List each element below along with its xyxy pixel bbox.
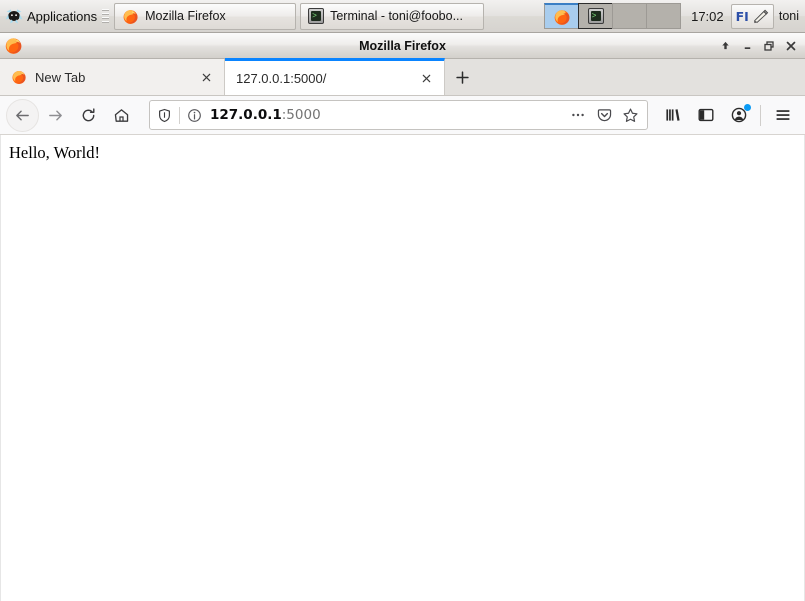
home-icon [114, 108, 129, 122]
window-title: Mozilla Firefox [359, 38, 446, 53]
applications-menu-label: Applications [27, 8, 98, 24]
toolbar-separator [760, 104, 761, 126]
library-button[interactable] [656, 99, 689, 132]
pager-cell-terminal[interactable] [578, 3, 614, 29]
terminal-icon [308, 8, 325, 24]
close-button[interactable] [780, 35, 802, 57]
firefox-window: Mozilla Firefox New Tab 127.0.0.1:5000/ … [0, 33, 805, 601]
taskbar-username[interactable]: toni [774, 0, 805, 32]
pager-cell-firefox[interactable] [544, 3, 580, 29]
pocket-icon [597, 108, 611, 121]
new-tab-button[interactable] [445, 59, 479, 95]
account-button[interactable] [722, 99, 755, 132]
firefox-icon [12, 71, 26, 84]
applications-menu-button[interactable]: Applications [0, 0, 102, 32]
forward-button[interactable] [39, 99, 72, 132]
keyboard-layout-indicator[interactable]: FI [730, 3, 774, 29]
home-button[interactable] [105, 99, 138, 132]
tab-localhost-5000[interactable]: 127.0.0.1:5000/ [225, 58, 445, 95]
tab-strip: New Tab 127.0.0.1:5000/ [0, 58, 805, 96]
ellipsis-icon [572, 113, 584, 117]
xfce-mouse-icon [5, 9, 23, 24]
window-pager [541, 0, 684, 32]
reload-icon [82, 107, 95, 121]
xfce-taskbar: Applications Mozilla Firefox Terminal - … [0, 0, 805, 33]
library-icon [665, 109, 680, 121]
firefox-icon [5, 38, 22, 54]
tab-new-tab[interactable]: New Tab [0, 59, 225, 95]
firefox-icon [554, 9, 570, 25]
task-button-firefox[interactable]: Mozilla Firefox [114, 2, 297, 30]
star-icon [622, 107, 638, 122]
page-info-icon[interactable] [187, 108, 202, 123]
firefox-icon [123, 9, 138, 24]
tab-close-icon[interactable] [418, 70, 435, 87]
minimize-button[interactable] [736, 35, 758, 57]
tab-title: 127.0.0.1:5000/ [236, 70, 327, 86]
taskbar-clock[interactable]: 17:02 [684, 0, 731, 32]
task-button-terminal[interactable]: Terminal - toni@foobo... [300, 2, 485, 30]
tab-close-icon[interactable] [198, 69, 215, 86]
url-host: 127.0.0.1 [210, 107, 282, 123]
sidebar-icon [698, 108, 714, 122]
url-bar[interactable]: 127.0.0.1:5000 [149, 100, 648, 130]
tab-title: New Tab [35, 69, 86, 85]
url-separator [179, 106, 180, 124]
window-controls [714, 33, 805, 58]
account-notification-badge [744, 103, 751, 111]
arrow-left-icon [16, 110, 29, 120]
back-button[interactable] [6, 98, 39, 132]
page-content-area: Hello, World! [0, 135, 805, 601]
page-body-text: Hello, World! [9, 143, 100, 162]
panel-drag-handle[interactable] [102, 8, 110, 24]
app-menu-button[interactable] [766, 99, 799, 132]
save-to-pocket-button[interactable] [591, 102, 617, 128]
arrow-right-icon [49, 110, 62, 120]
url-text[interactable]: 127.0.0.1:5000 [210, 107, 565, 123]
tracking-protection-shield-icon[interactable] [157, 108, 172, 123]
pager-cell-3[interactable] [612, 3, 648, 29]
page-actions-button[interactable] [565, 102, 591, 128]
url-port: :5000 [281, 107, 321, 123]
task-button-label: Terminal - toni@foobo... [330, 9, 463, 23]
sidebar-button[interactable] [689, 99, 722, 132]
hamburger-menu-icon [776, 110, 789, 120]
task-button-label: Mozilla Firefox [145, 9, 226, 23]
pen-eraser-icon [754, 9, 769, 23]
terminal-icon [587, 8, 604, 24]
window-titlebar[interactable]: Mozilla Firefox [0, 33, 805, 59]
maximize-button[interactable] [758, 35, 780, 57]
pager-cell-4[interactable] [646, 3, 682, 29]
window-task-list: Mozilla Firefox Terminal - toni@foobo... [112, 0, 541, 32]
navigation-toolbar: 127.0.0.1:5000 [0, 96, 805, 135]
keyboard-layout-label: FI [735, 8, 749, 24]
shade-button[interactable] [714, 35, 736, 57]
reload-button[interactable] [72, 99, 105, 132]
bookmark-star-button[interactable] [617, 102, 643, 128]
